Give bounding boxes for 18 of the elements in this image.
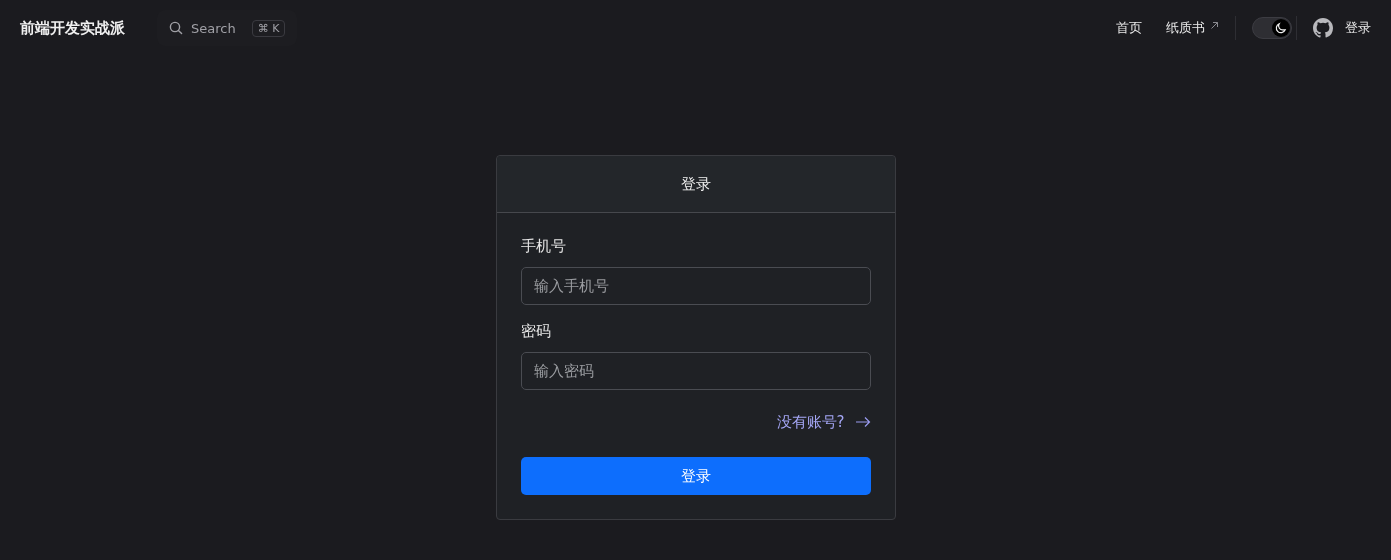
card-title: 登录 [680, 174, 711, 194]
field-label: 手机号 [520, 237, 567, 256]
input-field[interactable]: 输入密码 [520, 352, 871, 390]
keyboard-shortcut: ⌘ K [251, 19, 286, 37]
external-link-icon [1210, 20, 1219, 30]
site-title[interactable]: 前端开发实战派 [20, 18, 125, 38]
github-icon[interactable] [1313, 18, 1333, 38]
theme-toggle[interactable] [1252, 17, 1292, 39]
nav-link[interactable]: 纸质书 [1166, 19, 1219, 37]
input-field[interactable]: 输入手机号 [520, 267, 871, 305]
search-placeholder: Search [191, 20, 236, 36]
login-link[interactable]: 登录 [1345, 19, 1371, 37]
nav-link[interactable]: 首页 [1116, 19, 1142, 37]
arrow-right-icon[interactable] [854, 416, 871, 428]
login-button[interactable]: 登录 [520, 457, 871, 495]
field-label: 密码 [520, 322, 552, 341]
search-icon [169, 21, 183, 35]
register-link[interactable]: 没有账号? [776, 412, 845, 432]
